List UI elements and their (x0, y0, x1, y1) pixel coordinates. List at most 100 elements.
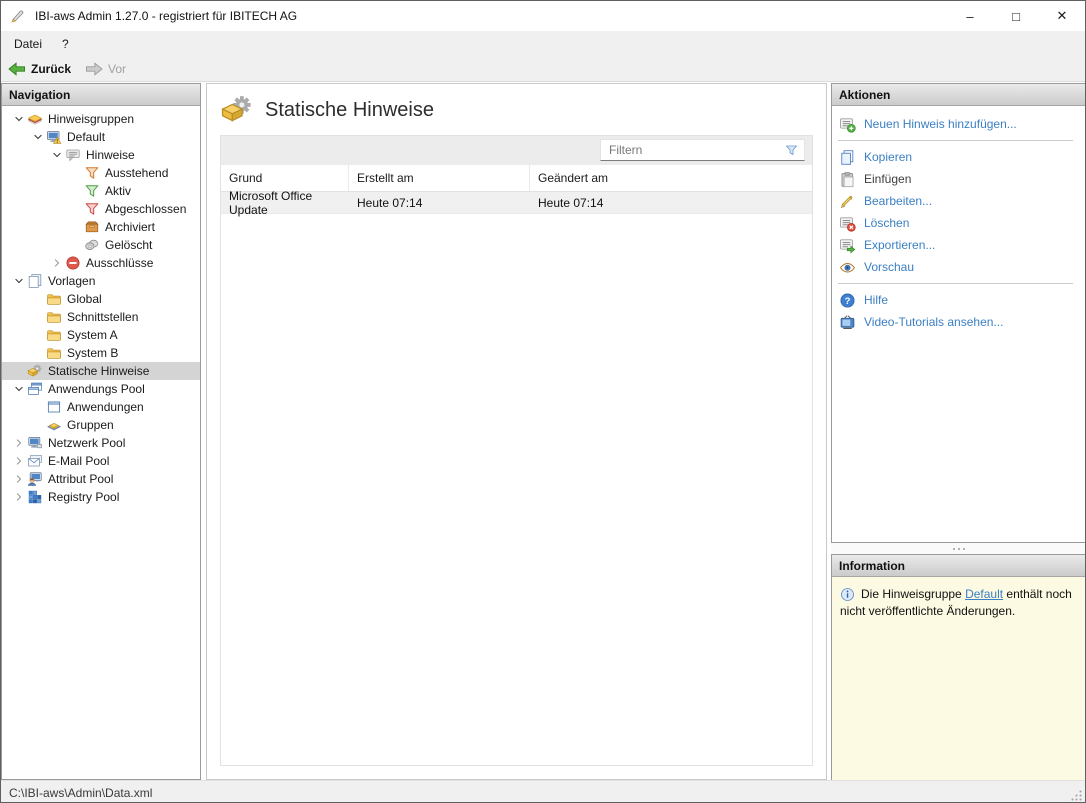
chevron-down-icon[interactable] (10, 381, 27, 397)
action-loeschen[interactable]: Löschen (832, 212, 1086, 234)
tree-item-hinweisgruppen[interactable]: Hinweisgruppen (2, 110, 200, 128)
notices-list: GrundErstellt amGeändert am Microsoft Of… (220, 135, 813, 766)
maximize-button[interactable]: □ (993, 1, 1039, 31)
chevron-spacer (67, 183, 84, 199)
action-kopieren[interactable]: Kopieren (832, 146, 1086, 168)
tree-item-global[interactable]: Global (2, 290, 200, 308)
tree-item-anwendungen[interactable]: Anwendungen (2, 398, 200, 416)
minimize-button[interactable]: – (947, 1, 993, 31)
tree-item-attribut-pool[interactable]: Attribut Pool (2, 470, 200, 488)
status-file-path: C:\IBI-aws\Admin\Data.xml (9, 786, 152, 800)
exclusion-icon (65, 255, 81, 271)
tree-item-label: Global (67, 292, 102, 306)
tree-item-schnittstellen[interactable]: Schnittstellen (2, 308, 200, 326)
tree-item-label: Aktiv (105, 184, 131, 198)
tree-item-label: System A (67, 328, 118, 342)
registry-pool-icon (27, 489, 43, 505)
tree-item-hinweise[interactable]: Hinweise (2, 146, 200, 164)
tree-item-label: Vorlagen (48, 274, 95, 288)
filter-active-icon (84, 183, 100, 199)
chevron-right-icon[interactable] (10, 453, 27, 469)
back-button[interactable]: Zurück (1, 58, 78, 80)
tree-item-registry-pool[interactable]: Registry Pool (2, 488, 200, 506)
tree-item-vorlagen[interactable]: Vorlagen (2, 272, 200, 290)
menu-bar: Datei ? (1, 31, 1085, 56)
notice-groups-icon (27, 111, 43, 127)
resize-grip-icon[interactable] (1070, 789, 1083, 802)
filter-input[interactable] (601, 143, 784, 157)
chevron-spacer (29, 291, 46, 307)
notice-group-icon (46, 129, 62, 145)
chevron-down-icon[interactable] (29, 129, 46, 145)
email-pool-icon (27, 453, 43, 469)
tree-item-system-b[interactable]: System B (2, 344, 200, 362)
menu-item-help[interactable]: ? (52, 31, 79, 56)
tree-item-aktiv[interactable]: Aktiv (2, 182, 200, 200)
chevron-right-icon[interactable] (10, 489, 27, 505)
chevron-down-icon[interactable] (10, 111, 27, 127)
tree-item-ausstehend[interactable]: Ausstehend (2, 164, 200, 182)
tree-item-geloescht[interactable]: Gelöscht (2, 236, 200, 254)
chevron-spacer (29, 345, 46, 361)
static-notices-icon (220, 93, 254, 127)
action-label: Hilfe (864, 293, 888, 307)
tree-item-statische-hinweise[interactable]: Statische Hinweise (2, 362, 200, 380)
panel-splitter-handle[interactable] (831, 543, 1086, 554)
chevron-spacer (29, 417, 46, 433)
forward-button[interactable]: Vor (78, 58, 133, 80)
action-label: Kopieren (864, 150, 912, 164)
chevron-down-icon[interactable] (48, 147, 65, 163)
menu-item-datei[interactable]: Datei (4, 31, 52, 56)
table-row[interactable]: Microsoft Office UpdateHeute 07:14Heute … (221, 192, 812, 214)
chevron-spacer (67, 165, 84, 181)
note-delete-icon (839, 215, 856, 232)
window-title: IBI-aws Admin 1.27.0 - registriert für I… (35, 9, 297, 23)
forward-button-label: Vor (108, 62, 126, 76)
column-header-geaendert-am[interactable]: Geändert am (530, 165, 812, 191)
table-cell: Heute 07:14 (530, 192, 812, 213)
chevron-right-icon[interactable] (10, 471, 27, 487)
column-header-grund[interactable]: Grund (221, 165, 349, 191)
navigation-panel: Navigation HinweisgruppenDefaultHinweise… (1, 83, 201, 780)
actions-separator (838, 140, 1073, 141)
chevron-spacer (29, 309, 46, 325)
chevron-right-icon[interactable] (10, 435, 27, 451)
filter-funnel-icon[interactable] (784, 143, 799, 158)
information-panel-header: Information (832, 555, 1086, 577)
main-header: Statische Hinweise (220, 93, 434, 127)
close-button[interactable]: ✕ (1039, 1, 1085, 31)
title-bar: IBI-aws Admin 1.27.0 - registriert für I… (1, 1, 1085, 31)
tree-item-default[interactable]: Default (2, 128, 200, 146)
table-cell: Microsoft Office Update (221, 192, 349, 213)
tree-item-gruppen[interactable]: Gruppen (2, 416, 200, 434)
tree-item-ausschluesse[interactable]: Ausschlüsse (2, 254, 200, 272)
tree-item-label: Schnittstellen (67, 310, 138, 324)
video-icon (839, 314, 856, 331)
action-neuen-hinweis-hinzufuegen[interactable]: Neuen Hinweis hinzufügen... (832, 113, 1086, 135)
column-header-erstellt-am[interactable]: Erstellt am (349, 165, 530, 191)
chevron-down-icon[interactable] (10, 273, 27, 289)
info-default-link[interactable]: Default (965, 587, 1003, 601)
toolbar: Zurück Vor (1, 56, 1085, 82)
action-video-tutorials-ansehen[interactable]: Video-Tutorials ansehen... (832, 311, 1086, 333)
tree-item-anwendungs-pool[interactable]: Anwendungs Pool (2, 380, 200, 398)
tree-item-system-a[interactable]: System A (2, 326, 200, 344)
action-vorschau[interactable]: Vorschau (832, 256, 1086, 278)
tree-item-netzwerk-pool[interactable]: Netzwerk Pool (2, 434, 200, 452)
application-icon (46, 399, 62, 415)
tree-item-e-mail-pool[interactable]: E-Mail Pool (2, 452, 200, 470)
chevron-right-icon[interactable] (48, 255, 65, 271)
action-hilfe[interactable]: ?Hilfe (832, 289, 1086, 311)
action-exportieren[interactable]: Exportieren... (832, 234, 1086, 256)
tree-item-label: Gelöscht (105, 238, 152, 252)
tree-item-label: System B (67, 346, 118, 360)
tree-item-archiviert[interactable]: Archiviert (2, 218, 200, 236)
app-pool-icon (27, 381, 43, 397)
info-icon (840, 587, 855, 602)
filter-band (221, 136, 812, 165)
tree-item-abgeschlossen[interactable]: Abgeschlossen (2, 200, 200, 218)
action-einfuegen: Einfügen (832, 168, 1086, 190)
action-bearbeiten[interactable]: Bearbeiten... (832, 190, 1086, 212)
filter-pending-icon (84, 165, 100, 181)
action-label: Exportieren... (864, 238, 935, 252)
